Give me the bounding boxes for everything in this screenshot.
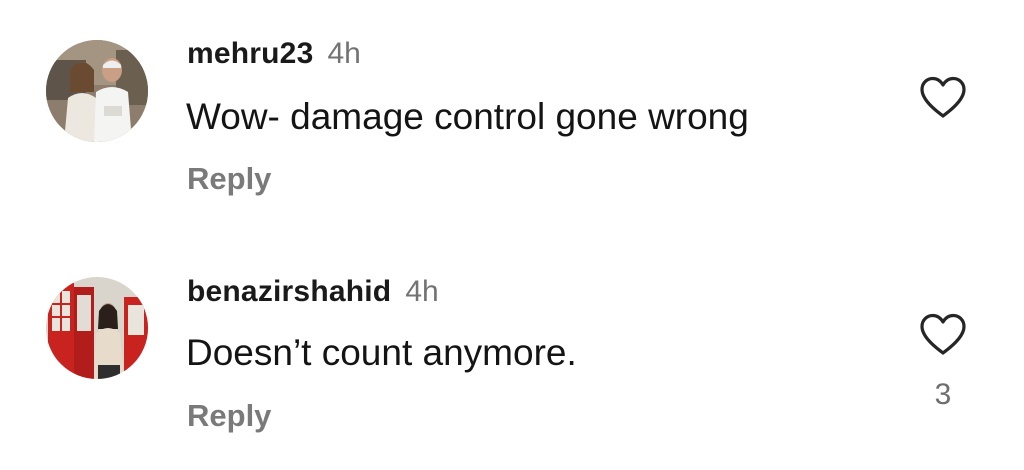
username[interactable]: mehru23 <box>187 37 313 70</box>
like-button[interactable] <box>918 311 968 357</box>
comment-header: mehru23 4h <box>187 36 361 72</box>
like-count[interactable]: 3 <box>918 377 968 413</box>
username[interactable]: benazirshahid <box>187 275 391 308</box>
avatar-photo <box>46 40 148 142</box>
heart-outline-icon <box>920 76 966 118</box>
comment-item: benazirshahid 4h Doesn’t count anymore. R… <box>0 235 1024 470</box>
comment-item: mehru23 4h Wow- damage control gone wrong… <box>0 0 1024 235</box>
comment-text: Doesn’t count anymore. <box>186 332 577 373</box>
avatar[interactable] <box>46 40 148 142</box>
avatar[interactable] <box>46 277 148 379</box>
timestamp: 4h <box>405 275 439 308</box>
comment-text: Wow- damage control gone wrong <box>186 96 749 137</box>
heart-outline-icon <box>920 313 966 355</box>
reply-button[interactable]: Reply <box>187 398 271 434</box>
reply-button[interactable]: Reply <box>187 161 271 197</box>
timestamp: 4h <box>327 37 361 70</box>
comment-header: benazirshahid 4h <box>187 274 439 310</box>
avatar-photo <box>46 277 148 379</box>
like-button[interactable] <box>918 74 968 120</box>
